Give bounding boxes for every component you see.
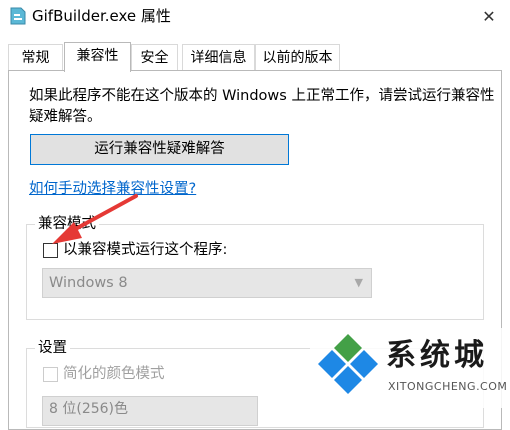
os-version-select[interactable]: Windows 8 ▼ (42, 268, 372, 298)
close-button[interactable]: ✕ (474, 2, 504, 30)
tab-general[interactable]: 常规 (8, 44, 63, 70)
compat-description: 如果此程序不能在这个版本的 Windows 上正常工作，请尝试运行兼容性疑难解答… (29, 88, 495, 125)
manual-settings-link[interactable]: 如何手动选择兼容性设置? (29, 177, 196, 198)
tab-strip: 常规 兼容性 安全 详细信息 以前的版本 (8, 42, 502, 72)
tab-label: 详细信息 (190, 50, 247, 66)
tab-label: 常规 (21, 50, 50, 66)
tab-label: 以前的版本 (262, 50, 333, 66)
window-title: GifBuilder.exe 属性 (32, 7, 171, 25)
close-icon: ✕ (482, 6, 496, 26)
chevron-down-icon: ▼ (354, 276, 363, 289)
title-bar: GifBuilder.exe 属性 ✕ (0, 0, 510, 34)
reduced-color-checkbox[interactable] (43, 367, 58, 382)
color-mode-select[interactable]: 8 位(256)色 (42, 396, 258, 426)
tab-details[interactable]: 详细信息 (182, 44, 255, 70)
compat-mode-checkbox-label: 以兼容模式运行这个程序: (63, 242, 228, 258)
run-troubleshooter-button[interactable]: 运行兼容性疑难解答 (30, 134, 289, 165)
tab-label: 兼容性 (76, 48, 119, 64)
settings-group-label: 设置 (35, 338, 70, 358)
app-file-icon (10, 7, 26, 25)
tab-security[interactable]: 安全 (131, 44, 178, 70)
compat-mode-checkbox[interactable] (43, 243, 58, 258)
watermark-logo-icon (318, 334, 378, 394)
compat-mode-group-label: 兼容模式 (35, 214, 99, 234)
color-mode-value: 8 位(256)色 (49, 401, 129, 417)
watermark-site: XITONGCHENG.COM (388, 380, 508, 393)
tab-previous-versions[interactable]: 以前的版本 (255, 44, 340, 70)
tab-label: 安全 (140, 50, 169, 66)
reduced-color-label: 简化的颜色模式 (63, 366, 165, 382)
watermark-brand: 系统城 (386, 338, 488, 373)
os-version-value: Windows 8 (49, 275, 128, 291)
tab-compatibility[interactable]: 兼容性 (64, 42, 131, 72)
